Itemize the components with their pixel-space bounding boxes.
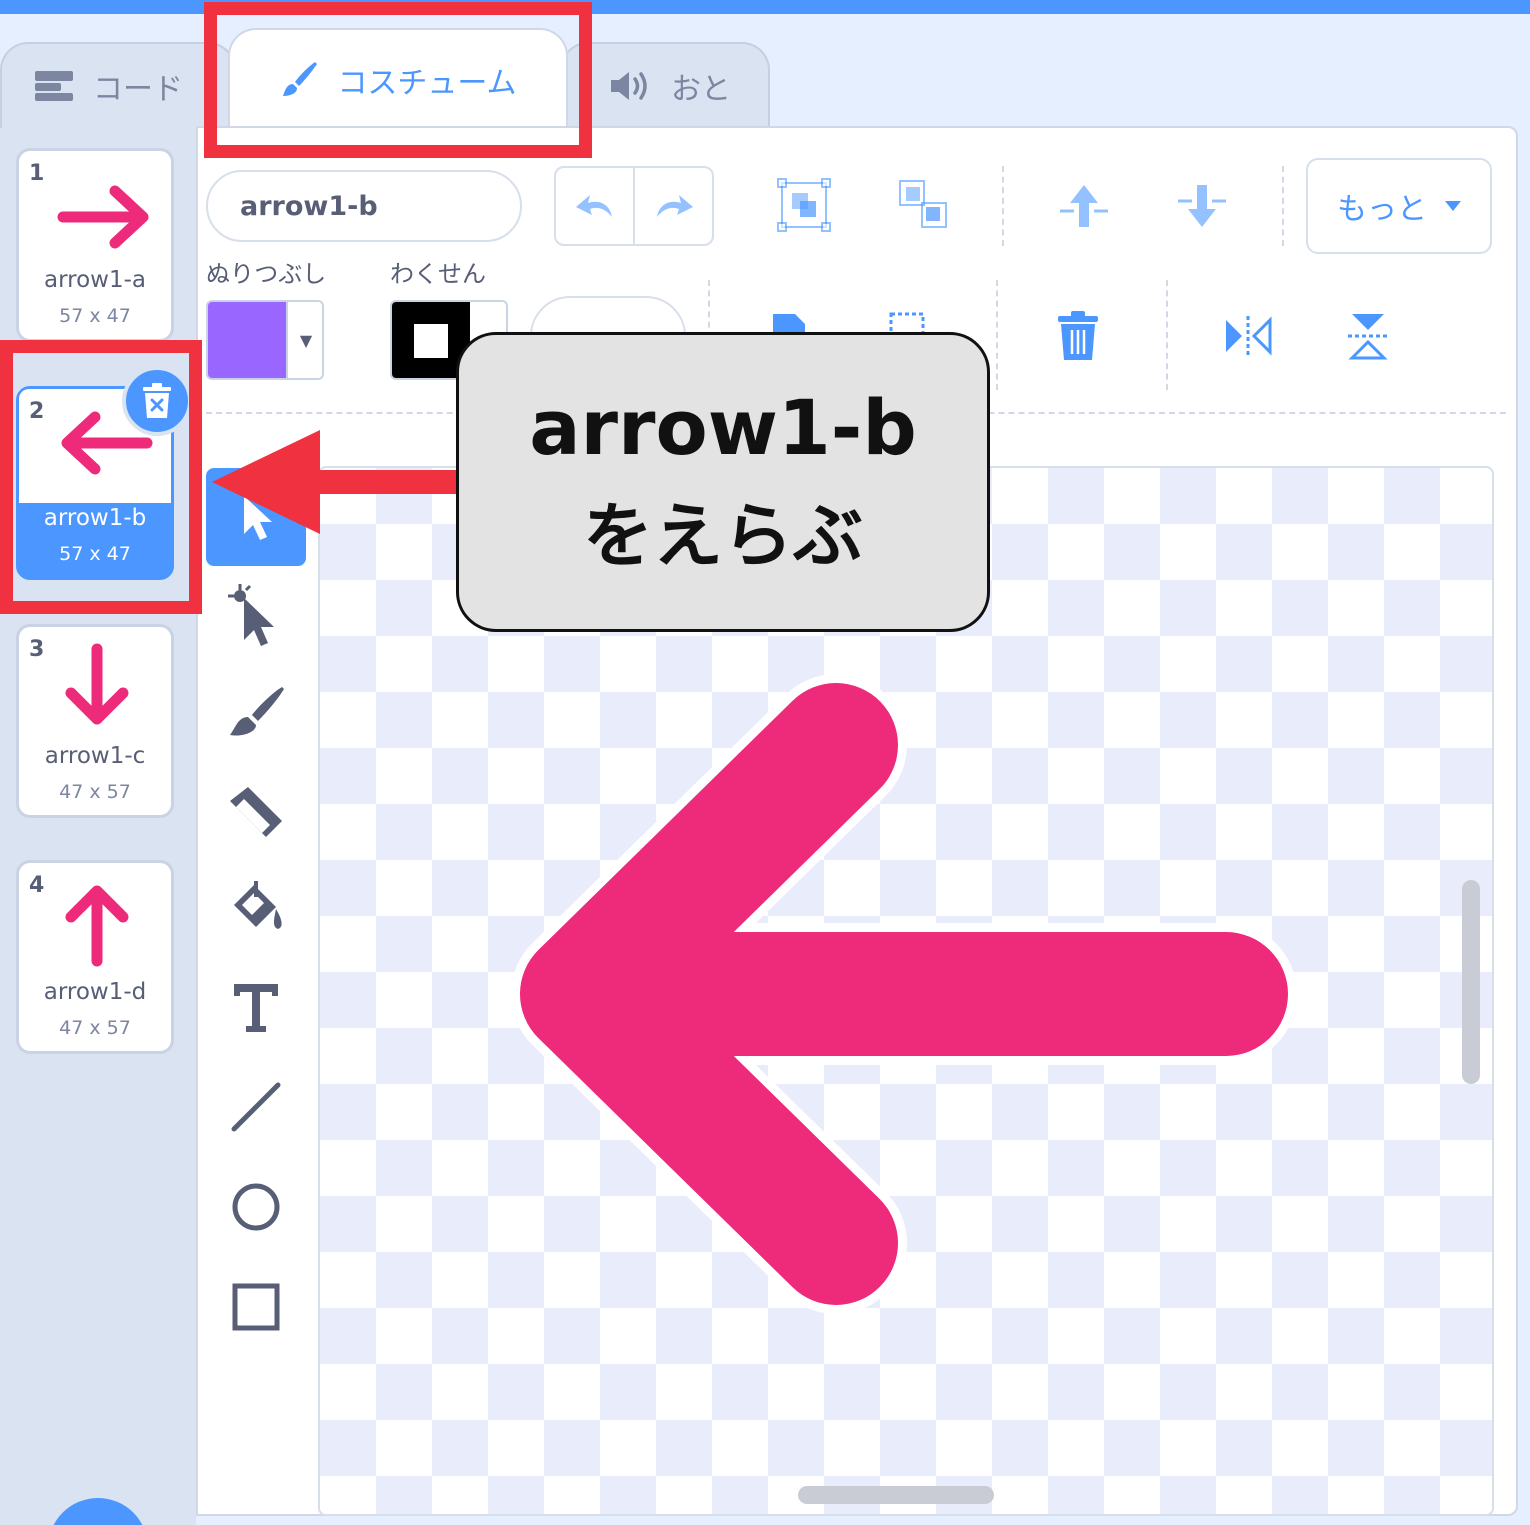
more-dropdown[interactable]: もっと [1306, 158, 1492, 254]
costume-size: 57 x 47 [59, 305, 131, 327]
fill-label: ぬりつぶし [206, 260, 327, 288]
speaker-icon [611, 72, 647, 100]
outline-label: わくせん [390, 260, 486, 288]
highlight-costume-tab [204, 2, 592, 158]
costume-size: 47 x 57 [59, 781, 131, 803]
undo-icon [575, 195, 612, 217]
toolbar-divider [1002, 166, 1004, 246]
group-button[interactable] [774, 174, 834, 236]
caret-down-icon: ▼ [286, 302, 322, 378]
circle-tool[interactable] [206, 1158, 306, 1256]
forward-button[interactable] [1054, 176, 1114, 236]
costume-name-input[interactable]: arrow1-b [206, 170, 522, 242]
code-blocks-icon [35, 71, 73, 101]
caret-down-icon [1445, 201, 1461, 211]
reshape-tool[interactable] [206, 566, 306, 664]
toolbar-divider [1282, 166, 1284, 246]
forward-icon [1060, 185, 1108, 227]
callout-line-1: arrow1-b [529, 383, 917, 472]
fill-color-picker[interactable]: ▼ [206, 300, 324, 380]
brush-tool[interactable] [206, 664, 306, 762]
backward-icon [1178, 185, 1226, 227]
horizontal-scrollbar[interactable] [798, 1486, 994, 1504]
redo-button[interactable] [635, 168, 712, 244]
costume-name: arrow1-a [43, 267, 146, 293]
tab-sound-label: おと [671, 72, 731, 107]
tab-code[interactable]: コード [0, 42, 236, 128]
annotation-arrow-icon [212, 430, 466, 534]
undo-redo-group [554, 166, 714, 246]
arrow-down-icon [65, 643, 129, 725]
eraser-tool[interactable] [206, 762, 306, 860]
highlight-costume-2 [0, 340, 202, 614]
fill-tool[interactable] [206, 860, 306, 958]
costume-item-1[interactable]: 1 arrow1-a 57 x 47 [16, 148, 174, 342]
toolbar-divider [1166, 280, 1168, 390]
ungroup-icon [899, 180, 947, 228]
vertical-scrollbar[interactable] [1462, 880, 1480, 1084]
line-icon [231, 1082, 281, 1132]
reshape-icon [228, 584, 274, 646]
more-label: もっと [1337, 192, 1427, 227]
rectangle-tool[interactable] [206, 1258, 306, 1356]
text-tool[interactable] [206, 958, 306, 1056]
fill-icon [234, 881, 282, 929]
undo-button[interactable] [556, 168, 635, 244]
costume-item-4[interactable]: 4 arrow1-d 47 x 57 [16, 860, 174, 1054]
text-icon [234, 984, 278, 1032]
costume-item-3[interactable]: 3 arrow1-c 47 x 57 [16, 624, 174, 818]
arrow-right-icon [57, 185, 149, 249]
redo-icon [656, 195, 693, 217]
costume-name: arrow1-c [44, 743, 146, 769]
tab-code-label: コード [93, 72, 183, 107]
delete-icon [1058, 311, 1098, 360]
fill-swatch [208, 302, 286, 378]
delete-button[interactable] [1050, 306, 1106, 366]
annotation-callout: arrow1-b をえらぶ [456, 332, 990, 632]
flip-vertical-button[interactable] [1340, 308, 1396, 364]
arrow-up-icon [65, 885, 129, 967]
backward-button[interactable] [1172, 176, 1232, 236]
group-icon [777, 178, 831, 232]
brush-icon [230, 687, 284, 736]
costume-size: 47 x 57 [59, 1017, 131, 1039]
rectangle-icon [232, 1283, 280, 1331]
flip-horizontal-button[interactable] [1220, 308, 1276, 364]
line-tool[interactable] [206, 1058, 306, 1156]
flip-vertical-icon [1348, 314, 1388, 360]
callout-line-2: をえらぶ [583, 495, 863, 577]
costume-name: arrow1-d [43, 979, 147, 1005]
circle-icon [232, 1183, 280, 1231]
eraser-icon [230, 787, 282, 837]
flip-horizontal-icon [1226, 316, 1272, 356]
ungroup-button[interactable] [894, 174, 954, 236]
toolbar-divider [996, 280, 998, 390]
